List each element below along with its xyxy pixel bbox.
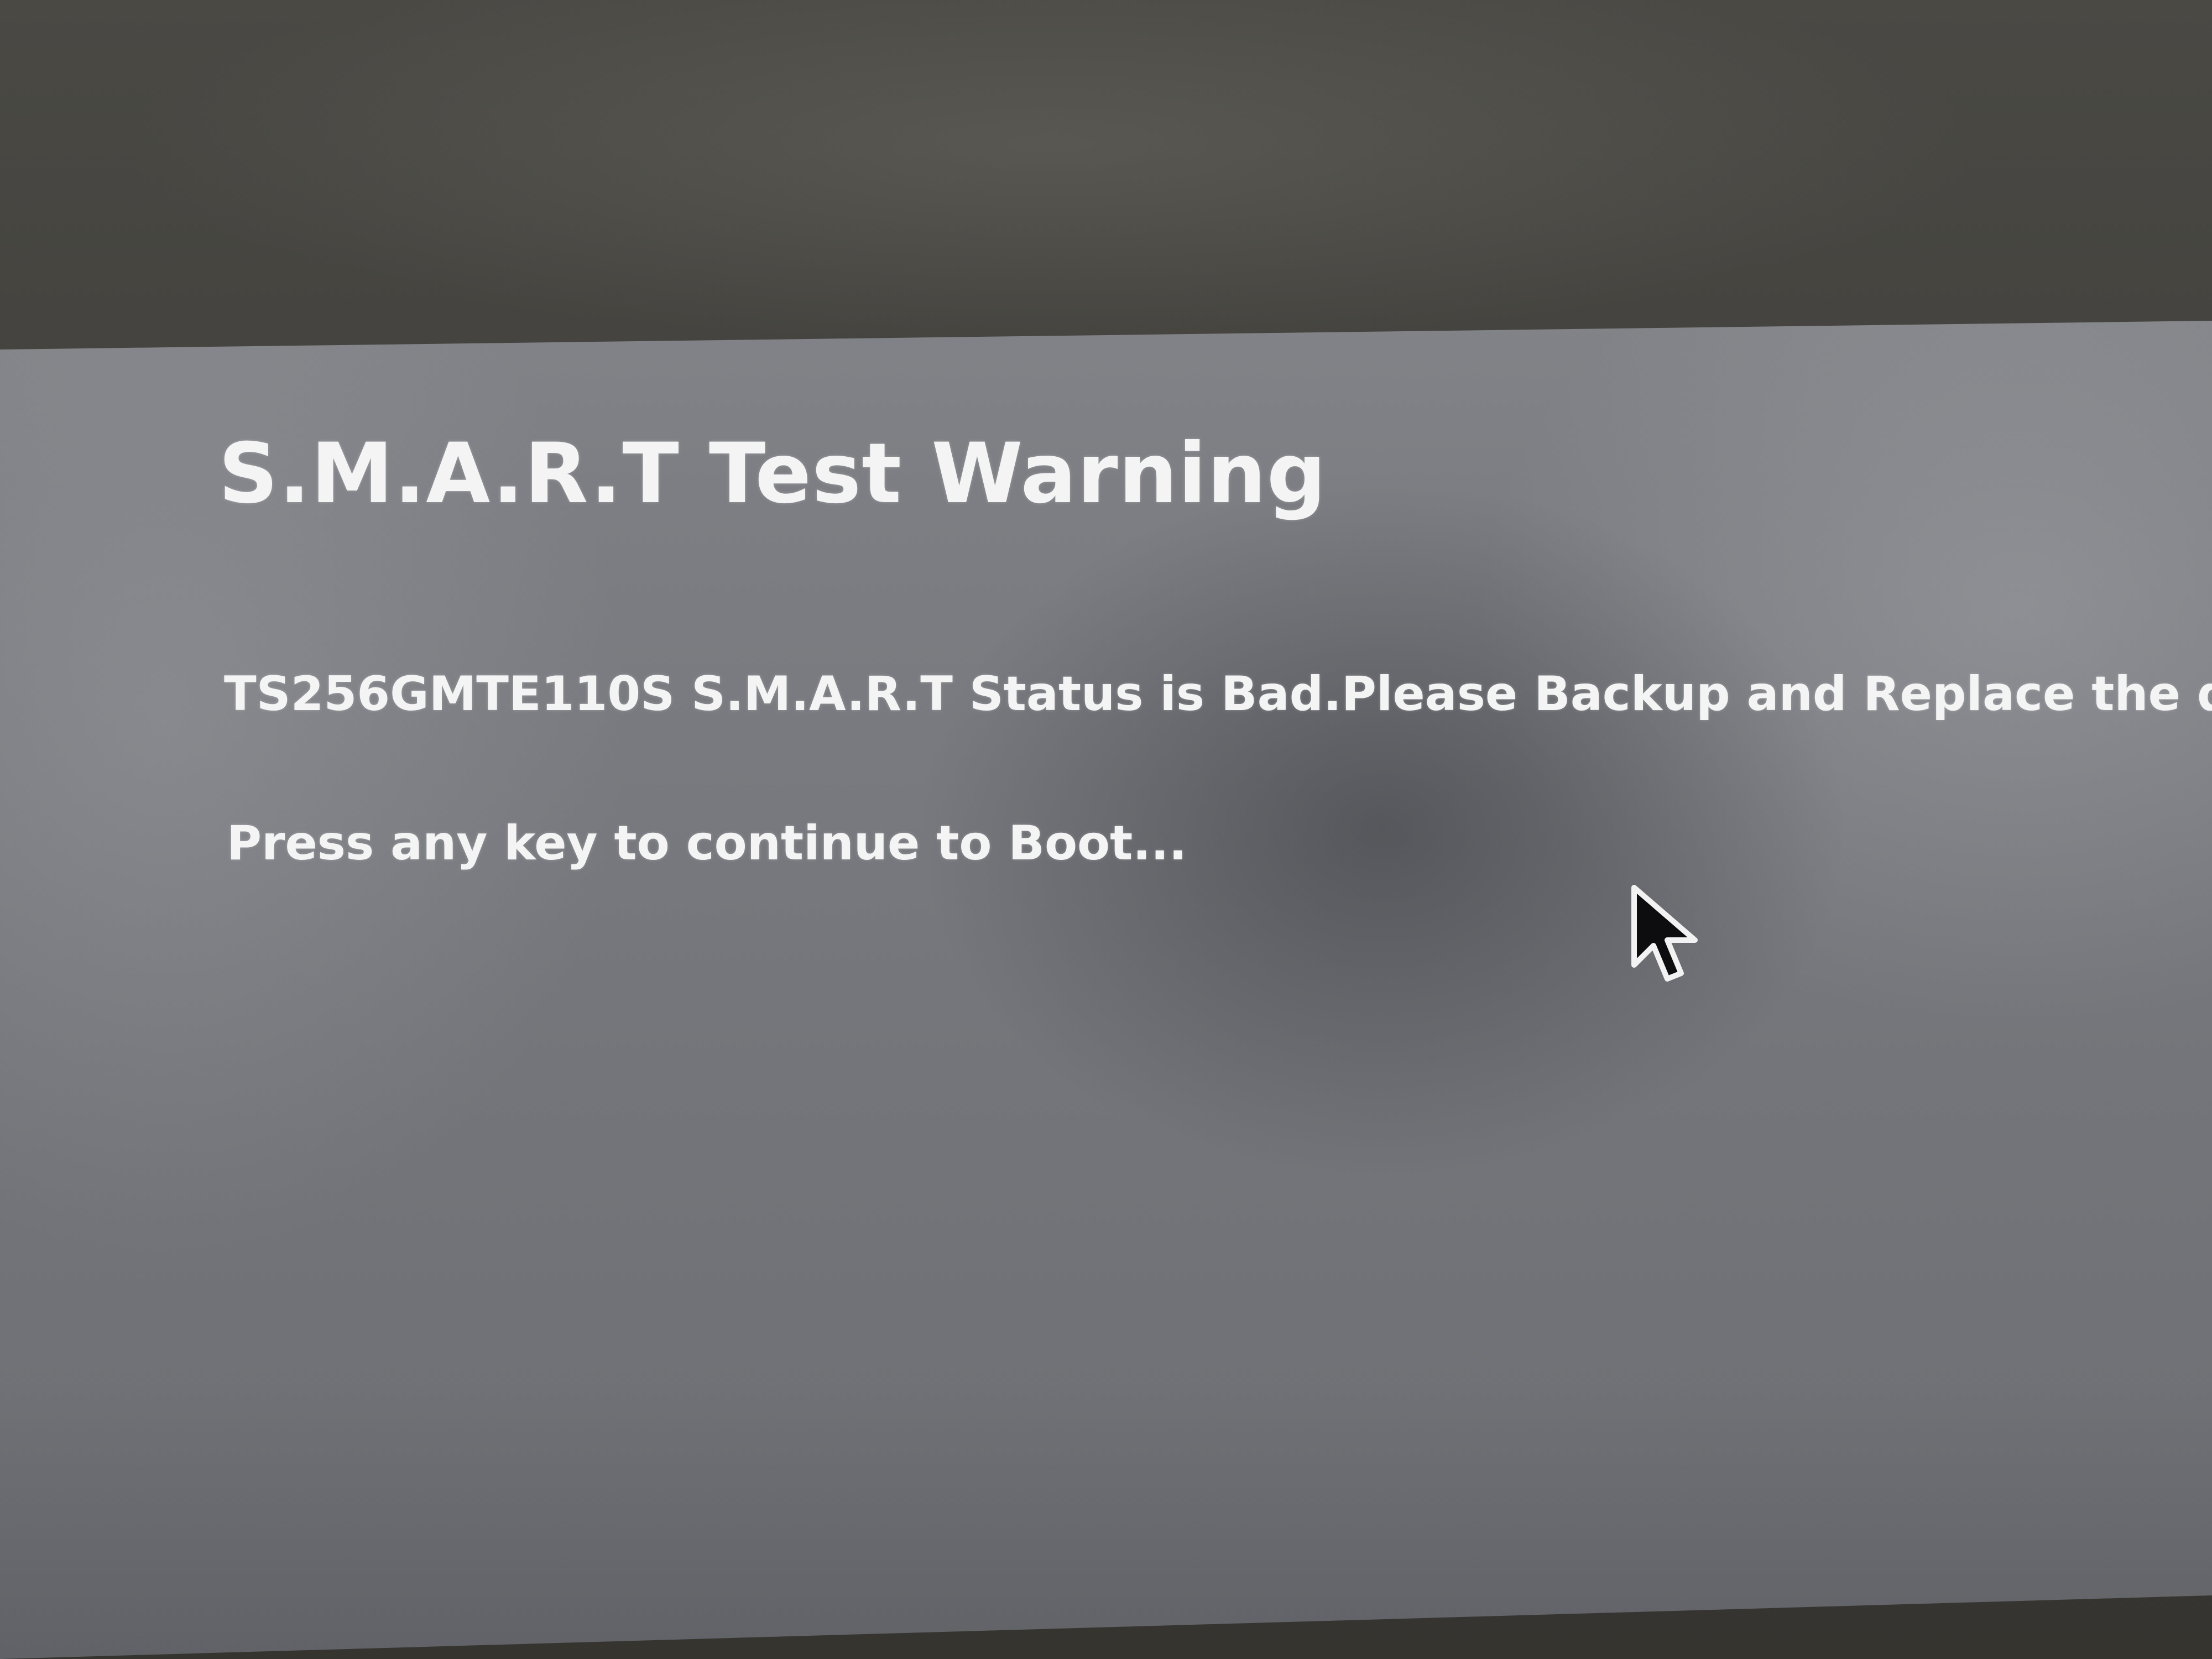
bezel-glare: [0, 0, 2212, 354]
monitor-photo: S.M.A.R.T Test Warning TS256GMTE110S S.M…: [0, 0, 2212, 1659]
screen-lower-shading: [0, 1383, 2212, 1659]
smart-status-message: TS256GMTE110S S.M.A.R.T Status is Bad.Pl…: [224, 666, 2212, 722]
continue-boot-prompt: Press any key to continue to Boot...: [227, 816, 1187, 871]
mouse-pointer-icon: [1631, 885, 1698, 982]
warning-title: S.M.A.R.T Test Warning: [218, 426, 1327, 522]
